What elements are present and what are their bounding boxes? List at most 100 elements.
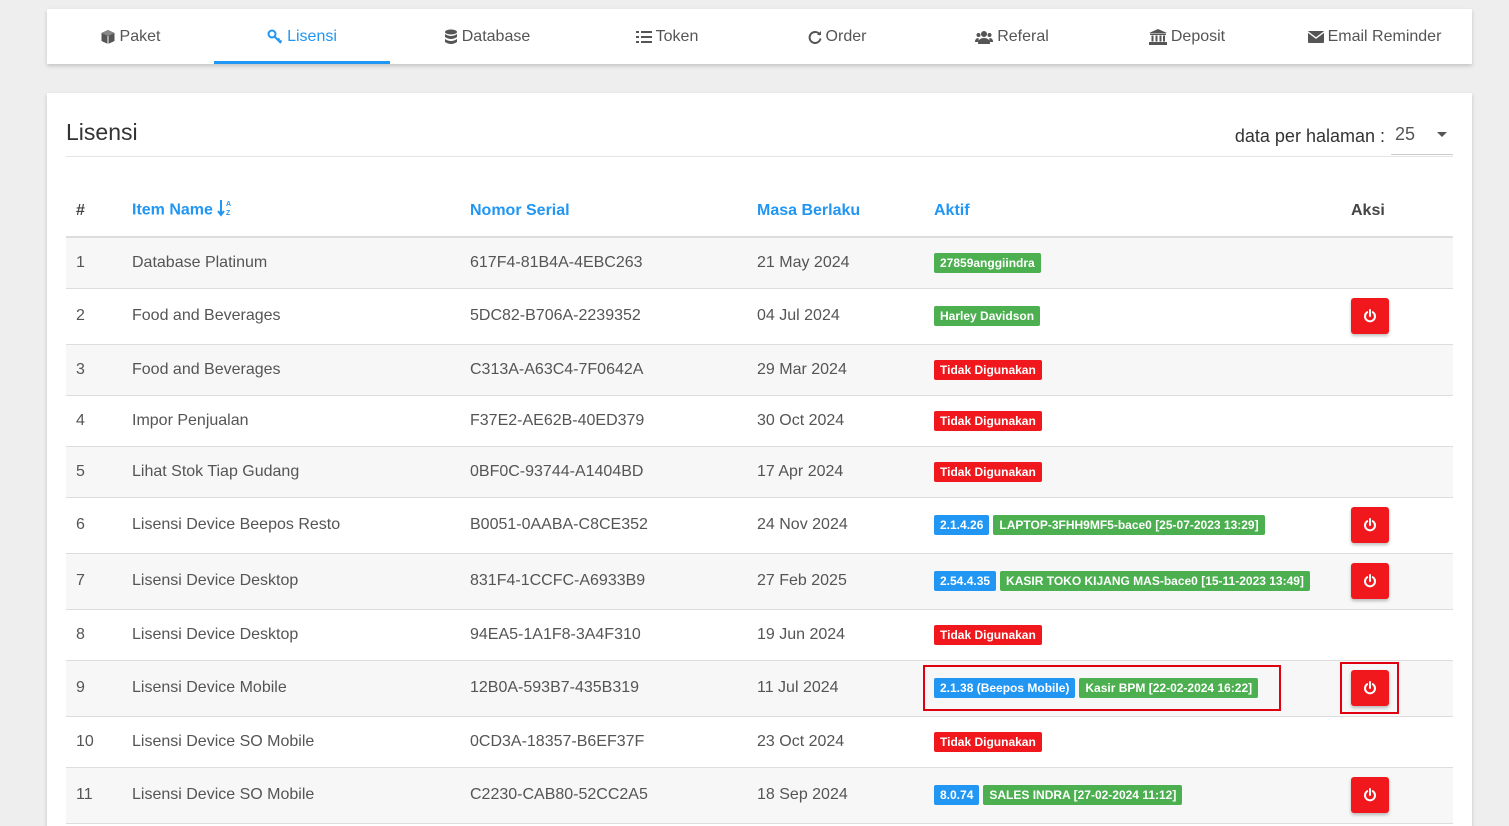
item-name: Lisensi Device Beepos Resto xyxy=(122,497,460,554)
action-cell xyxy=(1341,716,1453,768)
action-cell xyxy=(1341,609,1453,661)
action-cell xyxy=(1341,767,1453,824)
serial-number: 94EA5-1A1F8-3A4F310 xyxy=(460,609,747,661)
key-icon xyxy=(267,29,283,45)
power-icon xyxy=(1363,518,1377,532)
users-icon xyxy=(975,30,994,44)
page-title: Lisensi xyxy=(66,119,138,145)
tab-database[interactable]: Database xyxy=(399,9,575,64)
deactivate-button[interactable] xyxy=(1351,777,1389,813)
divider xyxy=(66,156,1453,157)
header-item-name[interactable]: Item Name A Z xyxy=(122,185,460,238)
header-num: # xyxy=(66,185,122,238)
active-status: Tidak Digunakan xyxy=(924,446,1341,498)
expiry-date: 18 Sep 2024 xyxy=(747,767,924,824)
list-icon xyxy=(635,30,652,44)
action-cell xyxy=(1341,288,1453,345)
tab-deposit[interactable]: Deposit xyxy=(1097,9,1277,64)
per-page-value: 25 xyxy=(1395,124,1416,144)
expiry-date: 17 Apr 2024 xyxy=(747,446,924,498)
status-badge: 2.54.4.35 xyxy=(934,571,997,591)
deactivate-button[interactable] xyxy=(1351,507,1389,543)
item-name: Impor Penjualan xyxy=(122,395,460,447)
tab-paket[interactable]: Paket xyxy=(47,9,213,64)
serial-number: 5DC82-B706A-2239352 xyxy=(460,288,747,345)
bank-icon xyxy=(1148,28,1167,45)
tab-referal[interactable]: Referal xyxy=(922,9,1102,64)
expiry-date: 04 Jul 2024 xyxy=(747,288,924,345)
action-cell xyxy=(1341,344,1453,396)
per-page-label: data per halaman : xyxy=(1234,126,1385,146)
expiry-date: 21 May 2024 xyxy=(747,237,924,289)
chevron-down-icon xyxy=(1437,132,1447,137)
item-name: Lihat Stok Tiap Gudang xyxy=(122,446,460,498)
deactivate-button[interactable] xyxy=(1351,563,1389,599)
serial-number: F37E2-AE62B-40ED379 xyxy=(460,395,747,447)
active-status: 2.1.4.26 LAPTOP-3FHH9MF5-bace0 [25-07-202… xyxy=(924,497,1341,554)
serial-number: C2230-CAB80-52CC2A5 xyxy=(460,767,747,824)
action-cell xyxy=(1341,395,1453,447)
row-number: 5 xyxy=(66,446,122,498)
header-active[interactable]: Aktif xyxy=(924,185,1341,238)
status-badge: SALES INDRA [27-02-2024 11:12] xyxy=(983,785,1183,805)
power-icon xyxy=(1363,574,1377,588)
row-number: 4 xyxy=(66,395,122,447)
power-icon xyxy=(1363,309,1377,323)
cube-icon xyxy=(100,29,116,45)
expiry-date: 11 Jul 2024 xyxy=(747,660,924,717)
serial-number: C313A-A63C4-7F0642A xyxy=(460,344,747,396)
item-name: Lisensi Device Desktop xyxy=(122,609,460,661)
table-row: 11 Lisensi Device SO Mobile C2230-CAB80-52… xyxy=(66,767,1453,824)
active-status: 8.0.74 SALES INDRA [27-02-2024 11:12] xyxy=(924,767,1341,824)
per-page-control: data per halaman : 25 xyxy=(1235,115,1453,155)
table-row: 6 Lisensi Device Beepos Resto B0051-0AABA-… xyxy=(66,497,1453,554)
header-action: Aksi xyxy=(1341,185,1453,238)
tab-email-reminder[interactable]: Email Reminder xyxy=(1287,9,1462,64)
table-row: 7 Lisensi Device Desktop 831F4-1CCFC-A6933… xyxy=(66,553,1453,610)
action-cell xyxy=(1341,497,1453,554)
item-name: Food and Beverages xyxy=(122,288,460,345)
row-number: 10 xyxy=(66,716,122,768)
sort-alpha-icon[interactable]: AZ xyxy=(217,199,233,222)
expiry-date: 29 Mar 2024 xyxy=(747,344,924,396)
tab-order[interactable]: Order xyxy=(752,9,922,64)
table-row: 10 Lisensi Device SO Mobile 0CD3A-18357-B6… xyxy=(66,716,1453,768)
action-cell xyxy=(1341,446,1453,498)
serial-number: B0051-0AABA-C8CE352 xyxy=(460,497,747,554)
status-badge: Tidak Digunakan xyxy=(934,461,1042,482)
refresh-icon xyxy=(808,30,822,44)
svg-text:Z: Z xyxy=(226,210,231,217)
header-expiry[interactable]: Masa Berlaku xyxy=(747,185,924,238)
table-row: 1 Database Platinum 617F4-81B4A-4EBC263 21 … xyxy=(66,237,1453,289)
action-cell xyxy=(1341,237,1453,289)
tab-lisensi[interactable]: Lisensi xyxy=(214,9,390,64)
header-serial[interactable]: Nomor Serial xyxy=(460,185,747,238)
table-row: 5 Lihat Stok Tiap Gudang 0BF0C-93744-A1404… xyxy=(66,446,1453,498)
table-row: 3 Food and Beverages C313A-A63C4-7F0642A 29… xyxy=(66,344,1453,396)
license-panel: Lisensi data per halaman : 25 # Item Nam… xyxy=(47,93,1472,826)
serial-number: 0CD3A-18357-B6EF37F xyxy=(460,716,747,768)
item-name: Lisensi Device Desktop xyxy=(122,553,460,610)
expiry-date: 24 Nov 2024 xyxy=(747,497,924,554)
status-badge: 27859anggiindra xyxy=(934,252,1041,273)
item-name: Database Platinum xyxy=(122,237,460,289)
table-row: 2 Food and Beverages 5DC82-B706A-2239352 04… xyxy=(66,288,1453,345)
tab-token[interactable]: Token xyxy=(577,9,757,64)
expiry-date: 27 Feb 2025 xyxy=(747,553,924,610)
row-number: 7 xyxy=(66,553,122,610)
envelope-icon xyxy=(1307,30,1324,43)
item-name: Lisensi Device SO Mobile xyxy=(122,716,460,768)
expiry-date: 23 Oct 2024 xyxy=(747,716,924,768)
row-number: 6 xyxy=(66,497,122,554)
table-row: 4 Impor Penjualan F37E2-AE62B-40ED379 30 Oc… xyxy=(66,395,1453,447)
status-badge: Harley Davidson xyxy=(934,306,1041,326)
nav-tabs: Paket Lisensi Database Token Order Refer… xyxy=(47,9,1472,64)
deactivate-button[interactable] xyxy=(1351,298,1389,334)
per-page-select[interactable]: 25 xyxy=(1391,115,1453,155)
status-badge: LAPTOP-3FHH9MF5-bace0 [25-07-2023 13:29] xyxy=(993,515,1265,535)
table-row: 8 Lisensi Device Desktop 94EA5-1A1F8-3A4F3… xyxy=(66,609,1453,661)
status-badge: Tidak Digunakan xyxy=(934,624,1042,645)
status-badge: 2.1.4.26 xyxy=(934,515,990,535)
active-status: Tidak Digunakan xyxy=(924,716,1341,768)
status-badge: Tidak Digunakan xyxy=(934,359,1042,380)
